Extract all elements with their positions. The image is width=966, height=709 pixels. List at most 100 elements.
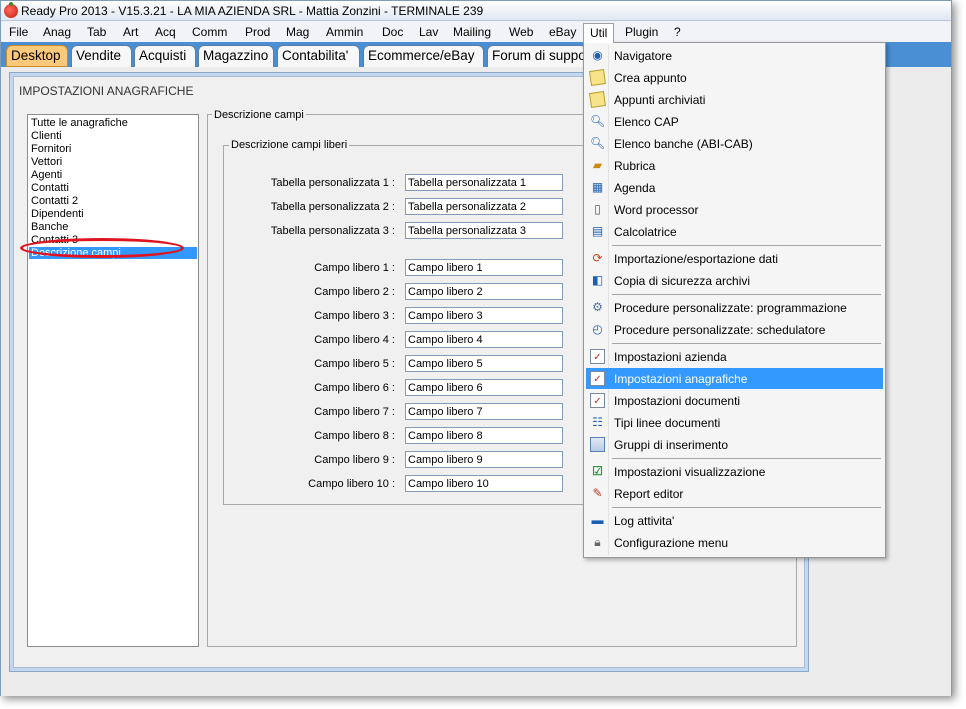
menu-item-log-attivita[interactable]: ▬ Log attivita'	[586, 510, 883, 531]
tab-vendite[interactable]: Vendite	[71, 45, 132, 67]
menu-tab[interactable]: Tab	[87, 25, 106, 39]
red-highlight-circle	[20, 238, 184, 258]
campo-label: Campo libero 5 :	[314, 358, 395, 370]
menu-mag[interactable]: Mag	[286, 25, 309, 39]
campo-field[interactable]: Campo libero 10	[405, 475, 563, 492]
list-item[interactable]: Clienti	[31, 130, 62, 142]
campo-field[interactable]: Campo libero 1	[405, 259, 563, 276]
menu-item-impostazioni-azienda[interactable]: ✓ Impostazioni azienda	[586, 346, 883, 367]
campo-field[interactable]: Campo libero 9	[405, 451, 563, 468]
campo-field[interactable]: Campo libero 8	[405, 427, 563, 444]
tabella-label: Tabella personalizzata 3 :	[270, 225, 395, 237]
menu-item-elenco-banche[interactable]: 🔍︎ Elenco banche (ABI-CAB)	[586, 133, 883, 154]
menu-ammin[interactable]: Ammin	[326, 25, 363, 39]
section-title: Descrizione campi	[212, 109, 306, 121]
list-item[interactable]: Dipendenti	[31, 208, 84, 220]
checklist-icon: ✓	[590, 349, 605, 364]
application-window: Ready Pro 2013 - V15.3.21 - LA MIA AZIEN…	[0, 0, 952, 696]
list-item[interactable]: Banche	[31, 221, 68, 233]
list-item[interactable]: Contatti	[31, 182, 69, 194]
list-item[interactable]: Tutte le anagrafiche	[31, 117, 128, 129]
menu-item-procedure-programmazione[interactable]: ⚙ Procedure personalizzate: programmazion…	[586, 297, 883, 318]
lock-icon: 🔒︎	[594, 535, 601, 549]
tab-desktop[interactable]: Desktop	[6, 45, 68, 67]
menu-comm[interactable]: Comm	[192, 25, 227, 39]
menu-item-configurazione-menu[interactable]: 🔒︎ Configurazione menu	[586, 532, 883, 553]
menu-art[interactable]: Art	[123, 25, 138, 39]
log-icon: ▬	[591, 513, 604, 527]
tab-magazzino[interactable]: Magazzino	[198, 45, 274, 67]
tabella-label: Tabella personalizzata 1 :	[270, 177, 395, 189]
list-item[interactable]: Contatti 2	[31, 195, 78, 207]
campo-label: Campo libero 3 :	[314, 310, 395, 322]
campo-label: Campo libero 6 :	[314, 382, 395, 394]
menu-lav[interactable]: Lav	[419, 25, 438, 39]
menu-item-import-export[interactable]: ⟳ Importazione/esportazione dati	[586, 248, 883, 269]
menu-item-word-processor[interactable]: ▯ Word processor	[586, 199, 883, 220]
menu-item-agenda[interactable]: ▦ Agenda	[586, 177, 883, 198]
campo-label: Campo libero 2 :	[314, 286, 395, 298]
note-icon	[589, 69, 606, 86]
menu-ebay[interactable]: eBay	[549, 25, 576, 39]
clock-icon: ◴	[592, 322, 603, 336]
list-item[interactable]: Vettori	[31, 156, 62, 168]
menu-item-navigatore[interactable]: ◉ Navigatore	[586, 45, 883, 66]
campo-field[interactable]: Campo libero 6	[405, 379, 563, 396]
list-item[interactable]: Fornitori	[31, 143, 71, 155]
menu-item-impostazioni-visualizzazione[interactable]: ☑ Impostazioni visualizzazione	[586, 461, 883, 482]
calculator-icon: ▤	[591, 224, 604, 238]
menu-help[interactable]: ?	[674, 25, 681, 39]
category-list[interactable]: Tutte le anagrafiche Clienti Fornitori V…	[20, 114, 199, 647]
menu-item-report-editor[interactable]: ✎ Report editor	[586, 483, 883, 504]
tab-forum-di-supporto[interactable]: Forum di supporto	[487, 45, 587, 67]
campo-label: Campo libero 10 :	[308, 478, 395, 490]
menu-item-calcolatrice[interactable]: ▤ Calcolatrice	[586, 221, 883, 242]
tab-contabilita[interactable]: Contabilita'	[277, 45, 360, 67]
tabella-field[interactable]: Tabella personalizzata 3	[405, 222, 563, 239]
menu-acq[interactable]: Acq	[155, 25, 176, 39]
campo-label: Campo libero 8 :	[314, 430, 395, 442]
menu-item-appunti-archiviati[interactable]: Appunti archiviati	[586, 89, 883, 110]
tab-ecommerce-ebay[interactable]: Ecommerce/eBay	[363, 45, 484, 67]
campo-field[interactable]: Campo libero 2	[405, 283, 563, 300]
gear-icon: ⚙	[592, 300, 603, 314]
checkmark-icon: ☑	[592, 464, 603, 478]
menu-anag[interactable]: Anag	[43, 25, 71, 39]
menu-item-tipi-linee-documenti[interactable]: ☷ Tipi linee documenti	[586, 412, 883, 433]
menu-file[interactable]: File	[9, 25, 28, 39]
menu-item-impostazioni-anagrafiche[interactable]: ✓ Impostazioni anagrafiche	[586, 368, 883, 389]
document-icon: ▯	[594, 202, 601, 216]
campo-field[interactable]: Campo libero 5	[405, 355, 563, 372]
settings-title: IMPOSTAZIONI ANAGRAFICHE	[19, 84, 194, 98]
menu-web[interactable]: Web	[509, 25, 533, 39]
campo-label: Campo libero 9 :	[314, 454, 395, 466]
menu-prod[interactable]: Prod	[245, 25, 270, 39]
campo-field[interactable]: Campo libero 4	[405, 331, 563, 348]
menu-item-crea-appunto[interactable]: Crea appunto	[586, 67, 883, 88]
checklist-icon: ✓	[590, 371, 605, 386]
util-dropdown-menu: ◉ Navigatore Crea appunto Appunti archivi…	[583, 42, 886, 558]
navigator-icon: ◉	[592, 48, 603, 62]
menu-mailing[interactable]: Mailing	[453, 25, 491, 39]
tab-acquisti[interactable]: Acquisti	[134, 45, 196, 67]
magnifier-icon: 🔍︎	[590, 136, 606, 150]
menu-item-gruppi-inserimento[interactable]: Gruppi di inserimento	[586, 434, 883, 455]
menu-separator	[612, 245, 881, 246]
menu-separator	[612, 294, 881, 295]
menu-util[interactable]: Util	[583, 23, 615, 43]
tabella-field[interactable]: Tabella personalizzata 1	[405, 174, 563, 191]
menu-plugin[interactable]: Plugin	[625, 25, 658, 39]
menu-item-procedure-schedulatore[interactable]: ◴ Procedure personalizzate: schedulatore	[586, 319, 883, 340]
menu-item-rubrica[interactable]: ▰ Rubrica	[586, 155, 883, 176]
tabella-field[interactable]: Tabella personalizzata 2	[405, 198, 563, 215]
note-icon	[589, 91, 606, 108]
list-item[interactable]: Agenti	[31, 169, 62, 181]
campo-field[interactable]: Campo libero 3	[405, 307, 563, 324]
agenda-icon: ▦	[591, 180, 604, 194]
menu-item-elenco-cap[interactable]: 🔍︎ Elenco CAP	[586, 111, 883, 132]
menu-separator	[612, 507, 881, 508]
menu-doc[interactable]: Doc	[382, 25, 403, 39]
menu-item-impostazioni-documenti[interactable]: ✓ Impostazioni documenti	[586, 390, 883, 411]
menu-item-copia-sicurezza[interactable]: ◧ Copia di sicurezza archivi	[586, 270, 883, 291]
campo-field[interactable]: Campo libero 7	[405, 403, 563, 420]
